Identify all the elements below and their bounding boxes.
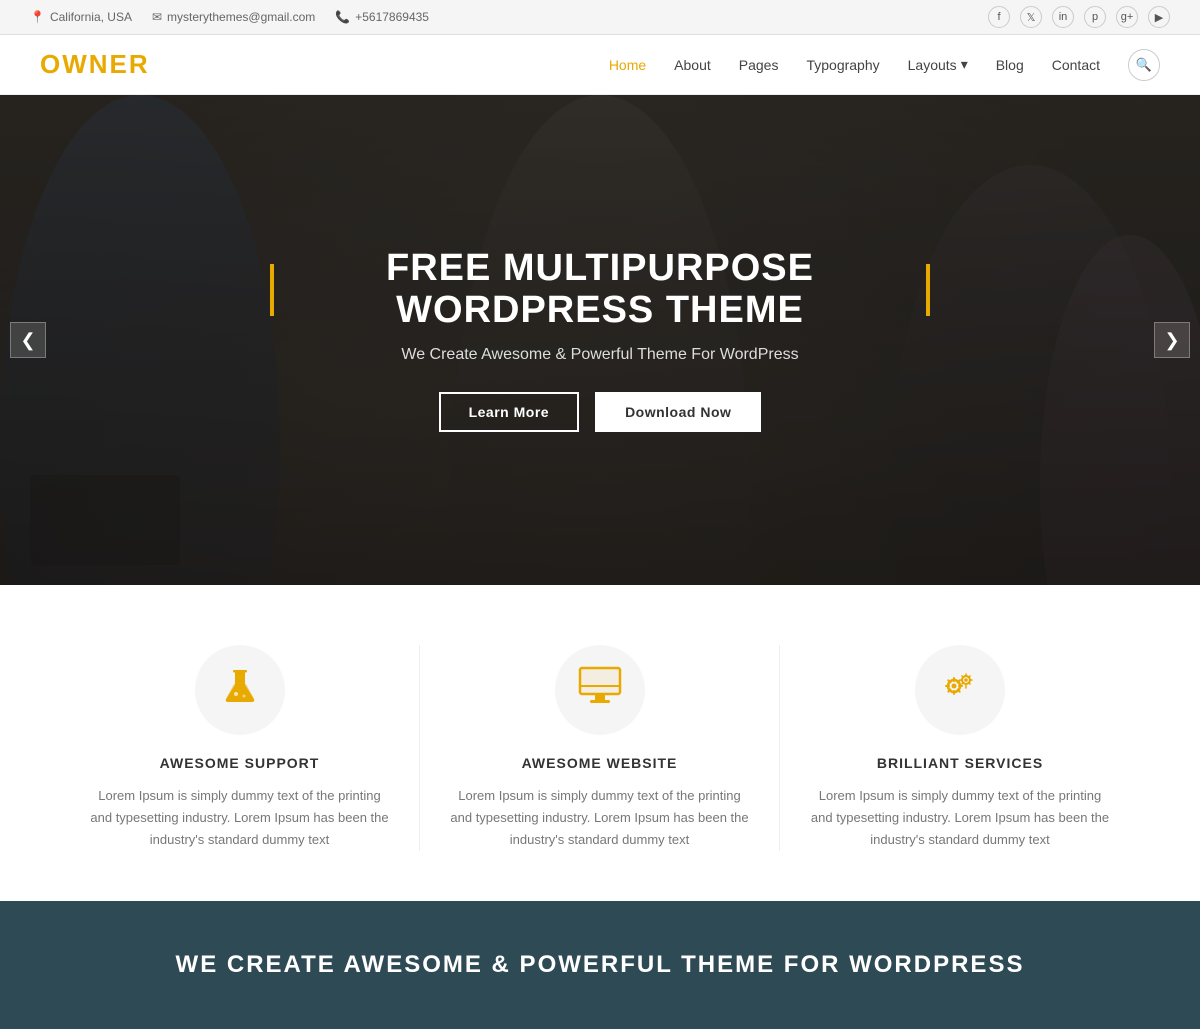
feature-services: BRILLIANT SERVICES Lorem Ipsum is simply…	[780, 645, 1140, 851]
feature-website: AWESOME WEBSITE Lorem Ipsum is simply du…	[420, 645, 780, 851]
nav-typography[interactable]: Typography	[806, 57, 879, 73]
phone-icon: 📞	[335, 10, 350, 24]
nav-about[interactable]: About	[674, 57, 711, 73]
hero-accent-bar-right	[926, 264, 930, 316]
twitter-link[interactable]: 𝕏	[1020, 6, 1042, 28]
chevron-down-icon: ▾	[961, 56, 968, 73]
feature-support-text: Lorem Ipsum is simply dummy text of the …	[90, 785, 389, 851]
location-info: 📍 California, USA	[30, 10, 132, 24]
slider-next-button[interactable]: ❯	[1154, 322, 1190, 358]
hero-accent-bar-left	[270, 264, 274, 316]
phone-info: 📞 +5617869435	[335, 10, 429, 24]
site-header: OWNER Home About Pages Typography Layout…	[0, 35, 1200, 95]
hero-section: ❮ FREE MULTIPURPOSE WORDPRESS THEME We C…	[0, 95, 1200, 585]
youtube-link[interactable]: ▶	[1148, 6, 1170, 28]
hero-buttons: Learn More Download Now	[270, 392, 930, 432]
monitor-icon	[578, 666, 622, 715]
email-icon: ✉	[152, 10, 162, 24]
features-section: AWESOME SUPPORT Lorem Ipsum is simply du…	[0, 585, 1200, 901]
cta-section: WE CREATE AWESOME & POWERFUL THEME FOR W…	[0, 901, 1200, 1029]
feature-services-title: BRILLIANT SERVICES	[810, 755, 1110, 771]
chevron-right-icon: ❯	[1164, 330, 1179, 351]
chevron-left-icon: ❮	[20, 330, 35, 351]
pinterest-link[interactable]: p	[1084, 6, 1106, 28]
download-now-button[interactable]: Download Now	[595, 392, 761, 432]
top-bar-contact: 📍 California, USA ✉ mysterythemes@gmail.…	[30, 10, 429, 24]
flask-icon	[220, 666, 260, 715]
logo-main: OWN	[40, 49, 110, 79]
feature-services-icon-wrap	[915, 645, 1005, 735]
top-bar: 📍 California, USA ✉ mysterythemes@gmail.…	[0, 0, 1200, 35]
nav-pages[interactable]: Pages	[739, 57, 779, 73]
nav-blog[interactable]: Blog	[996, 57, 1024, 73]
hero-content: FREE MULTIPURPOSE WORDPRESS THEME We Cre…	[250, 248, 950, 432]
feature-support: AWESOME SUPPORT Lorem Ipsum is simply du…	[60, 645, 420, 851]
slider-prev-button[interactable]: ❮	[10, 322, 46, 358]
googleplus-link[interactable]: g+	[1116, 6, 1138, 28]
site-logo[interactable]: OWNER	[40, 49, 150, 80]
feature-website-icon-wrap	[555, 645, 645, 735]
nav-layouts[interactable]: Layouts ▾	[908, 56, 968, 73]
location-text: California, USA	[50, 10, 132, 24]
linkedin-link[interactable]: in	[1052, 6, 1074, 28]
logo-accent: ER	[110, 49, 150, 79]
feature-services-text: Lorem Ipsum is simply dummy text of the …	[810, 785, 1110, 851]
feature-support-icon-wrap	[195, 645, 285, 735]
main-nav: Home About Pages Typography Layouts ▾ Bl…	[609, 49, 1160, 81]
gear-cogs-icon	[938, 666, 982, 715]
email-info: ✉ mysterythemes@gmail.com	[152, 10, 315, 24]
nav-home[interactable]: Home	[609, 57, 646, 73]
hero-title-wrapper: FREE MULTIPURPOSE WORDPRESS THEME	[270, 248, 930, 332]
feature-support-title: AWESOME SUPPORT	[90, 755, 389, 771]
feature-website-text: Lorem Ipsum is simply dummy text of the …	[450, 785, 749, 851]
nav-contact[interactable]: Contact	[1052, 57, 1100, 73]
hero-subtitle: We Create Awesome & Powerful Theme For W…	[270, 346, 930, 364]
email-text: mysterythemes@gmail.com	[167, 10, 315, 24]
social-links: f 𝕏 in p g+ ▶	[988, 6, 1170, 28]
feature-website-title: AWESOME WEBSITE	[450, 755, 749, 771]
location-icon: 📍	[30, 10, 45, 24]
facebook-link[interactable]: f	[988, 6, 1010, 28]
cta-title: WE CREATE AWESOME & POWERFUL THEME FOR W…	[40, 951, 1160, 979]
search-button[interactable]: 🔍	[1128, 49, 1160, 81]
phone-text: +5617869435	[355, 10, 429, 24]
search-icon: 🔍	[1136, 57, 1152, 73]
hero-title: FREE MULTIPURPOSE WORDPRESS THEME	[288, 248, 912, 332]
learn-more-button[interactable]: Learn More	[439, 392, 579, 432]
